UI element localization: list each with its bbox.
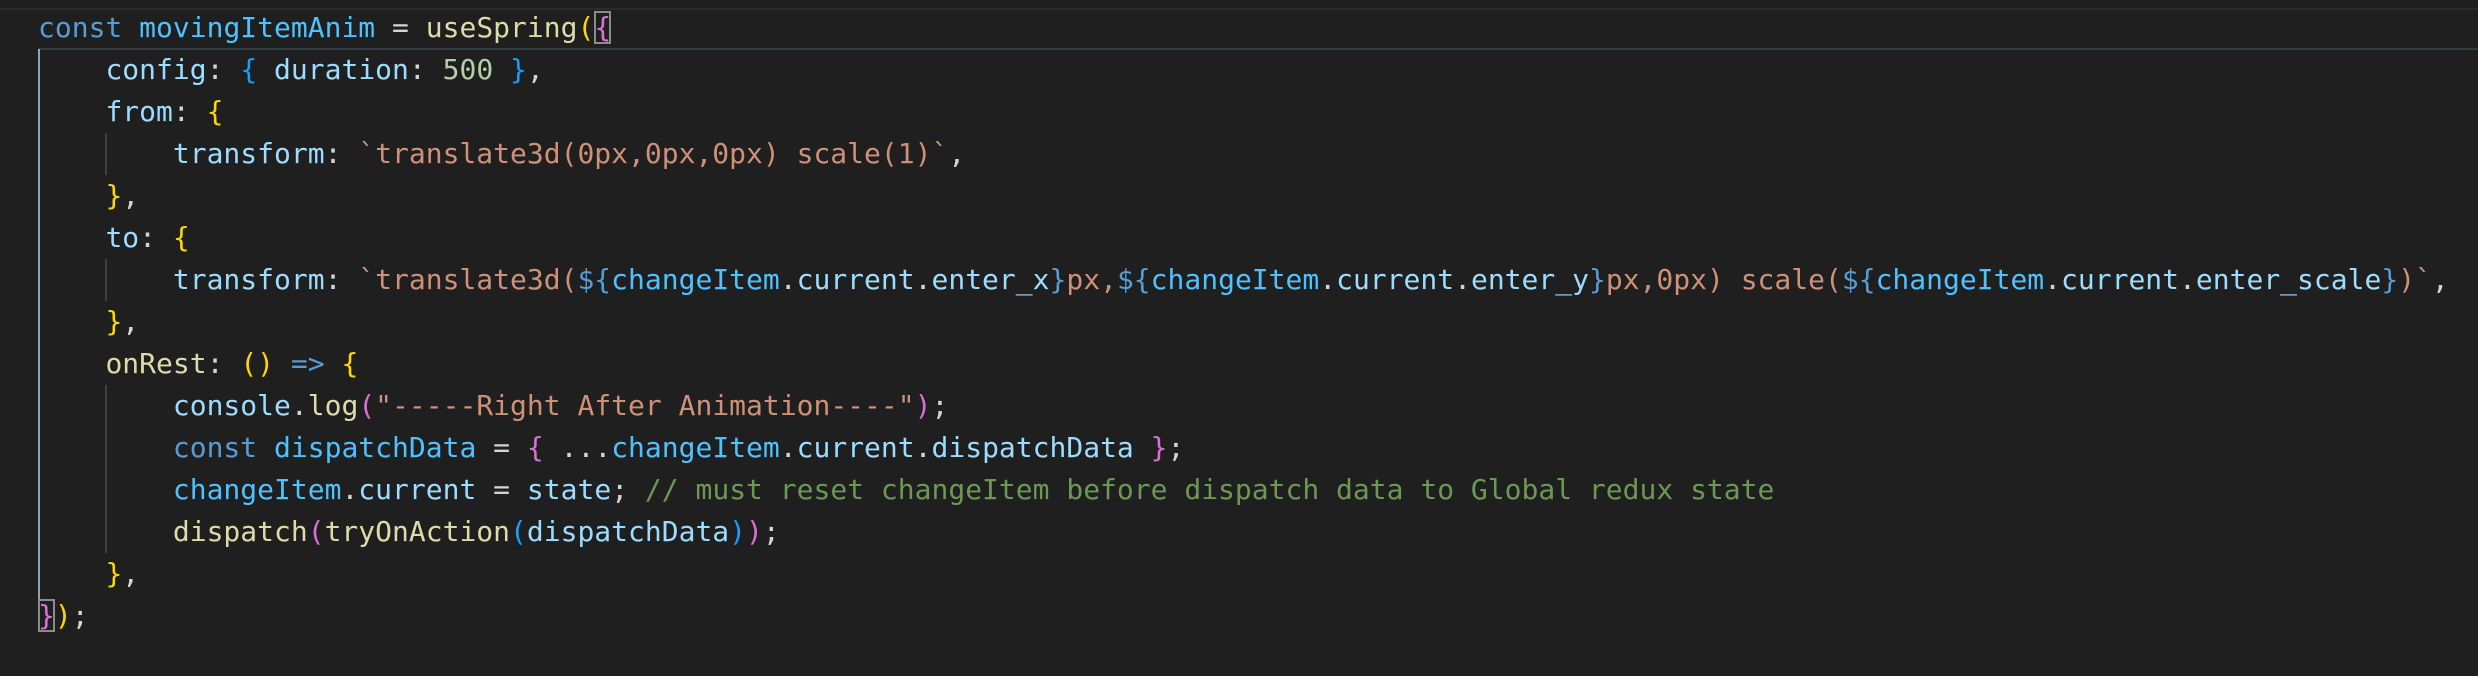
code-line-9[interactable]: onRest: () => { (38, 343, 2449, 385)
code-line-12[interactable]: changeItem.current = state; // must rese… (38, 469, 2449, 511)
code-line-3[interactable]: from: { (38, 91, 2449, 133)
code-line-1[interactable]: const movingItemAnim = useSpring({ (38, 7, 2449, 49)
code-line-13[interactable]: dispatch(tryOnAction(dispatchData)); (38, 511, 2449, 553)
code-line-10[interactable]: console.log("-----Right After Animation-… (38, 385, 2449, 427)
code-lines: const movingItemAnim = useSpring({ confi… (38, 7, 2449, 637)
code-line-7[interactable]: transform: `translate3d(${changeItem.cur… (38, 259, 2449, 301)
matched-bracket: { (594, 11, 612, 44)
code-line-6[interactable]: to: { (38, 217, 2449, 259)
code-line-4[interactable]: transform: `translate3d(0px,0px,0px) sca… (38, 133, 2449, 175)
code-line-8[interactable]: }, (38, 301, 2449, 343)
code-line-14[interactable]: }, (38, 553, 2449, 595)
code-line-15[interactable]: }); (38, 595, 2449, 637)
function-useSpring: useSpring (425, 11, 578, 44)
code-line-5[interactable]: }, (38, 175, 2449, 217)
matched-bracket-close: } (38, 599, 55, 632)
keyword-const: const (38, 11, 123, 44)
code-line-2[interactable]: config: { duration: 500 }, (38, 49, 2449, 91)
variable-movingItemAnim: movingItemAnim (139, 11, 376, 44)
code-editor[interactable]: const movingItemAnim = useSpring({ confi… (0, 0, 2478, 676)
code-line-11[interactable]: const dispatchData = { ...changeItem.cur… (38, 427, 2449, 469)
